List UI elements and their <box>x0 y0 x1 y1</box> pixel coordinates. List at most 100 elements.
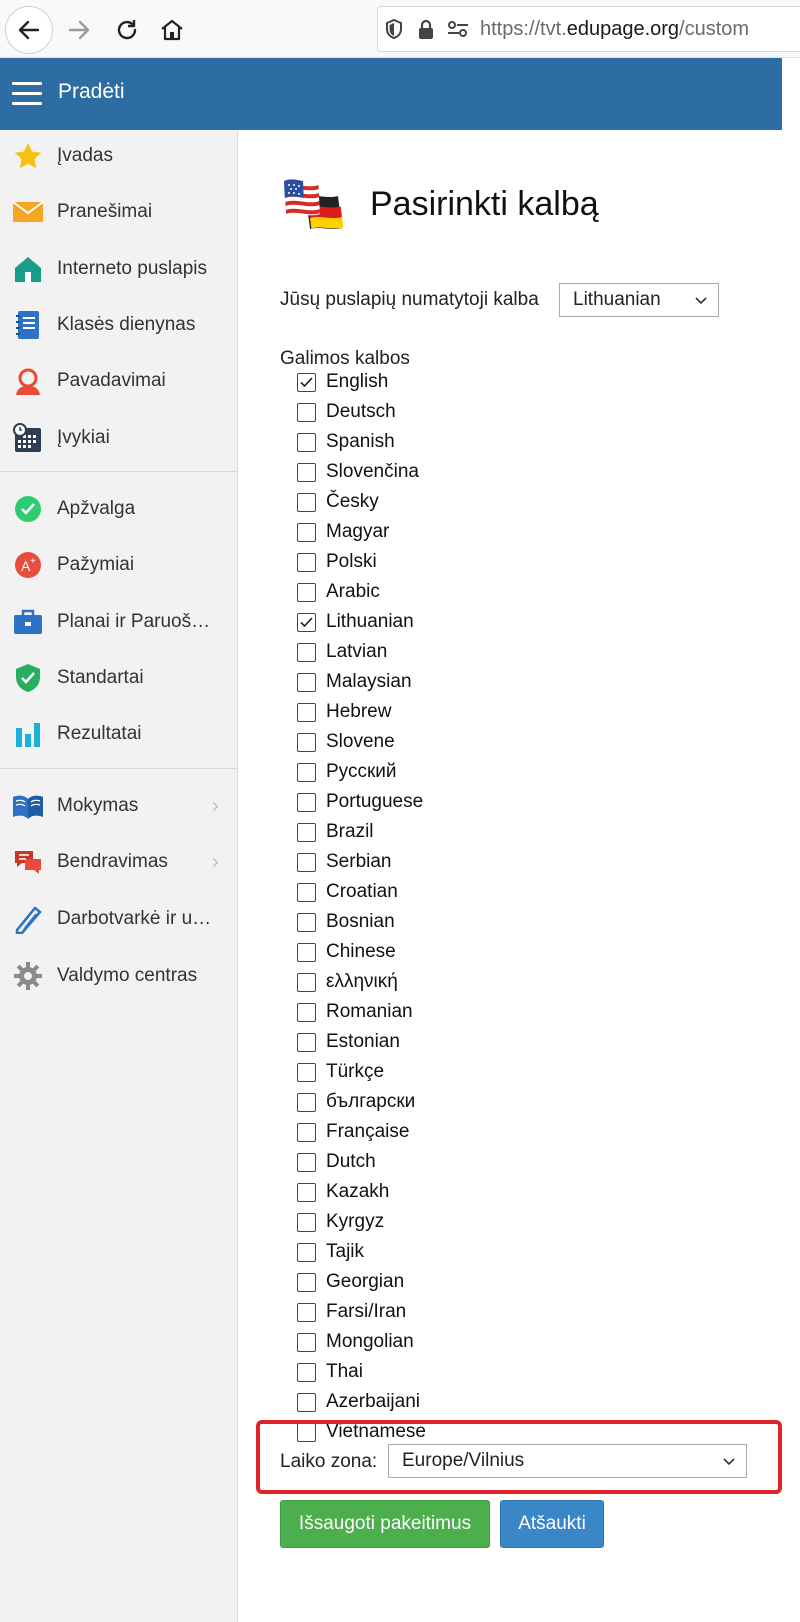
language-checkbox[interactable] <box>297 882 316 902</box>
language-option[interactable]: Portuguese <box>297 787 598 817</box>
language-checkbox[interactable] <box>297 402 316 422</box>
language-option[interactable]: Türkçe <box>297 1057 598 1087</box>
language-option[interactable]: Estonian <box>297 1027 598 1057</box>
sidebar-item-pazymiai[interactable]: A + Pažymiai <box>0 536 237 594</box>
language-checkbox[interactable] <box>297 372 316 392</box>
language-checkbox[interactable] <box>297 1182 316 1202</box>
language-checkbox[interactable] <box>297 1212 316 1232</box>
language-checkbox[interactable] <box>297 822 316 842</box>
language-checkbox[interactable] <box>297 1362 316 1382</box>
language-checkbox[interactable] <box>297 942 316 962</box>
language-option[interactable]: български <box>297 1087 598 1117</box>
language-checkbox[interactable] <box>297 582 316 602</box>
language-checkbox[interactable] <box>297 972 316 992</box>
language-option[interactable]: English <box>297 367 598 397</box>
language-option[interactable]: Farsi/Iran <box>297 1297 598 1327</box>
timezone-select[interactable]: Europe/Vilnius <box>388 1444 747 1478</box>
language-checkbox[interactable] <box>297 492 316 512</box>
language-checkbox[interactable] <box>297 912 316 932</box>
language-option[interactable]: Arabic <box>297 577 598 607</box>
default-language-select[interactable]: Lithuanian <box>559 283 719 317</box>
language-checkbox[interactable] <box>297 432 316 452</box>
language-option[interactable]: Dutch <box>297 1147 598 1177</box>
language-option[interactable]: Latvian <box>297 637 598 667</box>
url-bar[interactable]: https://tvt.edupage.org/custom <box>377 6 800 52</box>
language-checkbox[interactable] <box>297 1122 316 1142</box>
language-option[interactable]: Azerbaijani <box>297 1387 598 1417</box>
language-checkbox[interactable] <box>297 762 316 782</box>
language-checkbox[interactable] <box>297 1302 316 1322</box>
language-checkbox[interactable] <box>297 1032 316 1052</box>
permissions-icon[interactable] <box>442 6 474 52</box>
language-checkbox[interactable] <box>297 1002 316 1022</box>
language-option[interactable]: Malaysian <box>297 667 598 697</box>
language-option[interactable]: Česky <box>297 487 598 517</box>
language-option[interactable]: Polski <box>297 547 598 577</box>
cancel-button[interactable]: Atšaukti <box>500 1500 604 1548</box>
language-option[interactable]: Spanish <box>297 427 598 457</box>
language-checkbox[interactable] <box>297 702 316 722</box>
language-checkbox[interactable] <box>297 792 316 812</box>
language-option[interactable]: Thai <box>297 1357 598 1387</box>
language-option[interactable]: Русский <box>297 757 598 787</box>
language-checkbox[interactable] <box>297 522 316 542</box>
language-checkbox[interactable] <box>297 1392 316 1412</box>
language-option[interactable]: Kazakh <box>297 1177 598 1207</box>
reload-button[interactable] <box>103 6 151 54</box>
lock-icon[interactable] <box>410 6 442 52</box>
language-checkbox[interactable] <box>297 1242 316 1262</box>
save-changes-button[interactable]: Išsaugoti pakeitimus <box>280 1500 490 1548</box>
back-button[interactable] <box>5 6 53 54</box>
language-option[interactable]: Deutsch <box>297 397 598 427</box>
sidebar-item-apzvalga[interactable]: Apžvalga <box>0 480 237 538</box>
sidebar-item-valdymo-centras[interactable]: Valdymo centras <box>0 947 237 1005</box>
language-checkbox[interactable] <box>297 732 316 752</box>
language-checkbox[interactable] <box>297 852 316 872</box>
language-option[interactable]: Slovenčina <box>297 457 598 487</box>
language-checkbox[interactable] <box>297 1332 316 1352</box>
language-option[interactable]: Bosnian <box>297 907 598 937</box>
language-option[interactable]: Serbian <box>297 847 598 877</box>
language-checkbox[interactable] <box>297 612 316 632</box>
language-option[interactable]: Kyrgyz <box>297 1207 598 1237</box>
language-checkbox[interactable] <box>297 1092 316 1112</box>
language-option[interactable]: Magyar <box>297 517 598 547</box>
sidebar-item-ivadas[interactable]: Įvadas <box>0 127 237 185</box>
sidebar-item-ivykiai[interactable]: Įvykiai <box>0 409 237 467</box>
language-checkbox[interactable] <box>297 462 316 482</box>
sidebar-item-darbotvarke[interactable]: Darbotvarkė ir užduotys <box>0 890 237 948</box>
language-option[interactable]: Hebrew <box>297 697 598 727</box>
language-checkbox[interactable] <box>297 1152 316 1172</box>
sidebar-item-standartai[interactable]: Standartai <box>0 649 237 707</box>
sidebar-item-klases-dienynas[interactable]: Klasės dienynas <box>0 296 237 354</box>
sidebar-item-rezultatai[interactable]: Rezultatai <box>0 705 237 763</box>
language-option[interactable]: Brazil <box>297 817 598 847</box>
language-option[interactable]: Française <box>297 1117 598 1147</box>
sidebar-item-pranesimai[interactable]: Pranešimai <box>0 183 237 241</box>
forward-button[interactable] <box>55 6 103 54</box>
language-checkbox[interactable] <box>297 1062 316 1082</box>
header-title[interactable]: Pradėti <box>58 80 125 104</box>
sidebar-item-interneto-puslapis[interactable]: Interneto puslapis <box>0 240 237 298</box>
sidebar-item-planai[interactable]: Planai ir Paruošimai <box>0 593 237 651</box>
hamburger-menu-icon[interactable] <box>12 82 42 106</box>
sidebar-item-pavadavimai[interactable]: Pavadavimai <box>0 352 237 410</box>
language-checkbox[interactable] <box>297 1272 316 1292</box>
shield-icon[interactable] <box>378 6 410 52</box>
language-option[interactable]: Georgian <box>297 1267 598 1297</box>
sidebar-item-bendravimas[interactable]: Bendravimas › <box>0 833 237 891</box>
language-checkbox[interactable] <box>297 672 316 692</box>
language-option[interactable]: Lithuanian <box>297 607 598 637</box>
language-option[interactable]: Tajik <box>297 1237 598 1267</box>
language-option[interactable]: Slovene <box>297 727 598 757</box>
language-option[interactable]: ελληνική <box>297 967 598 997</box>
language-checkbox[interactable] <box>297 642 316 662</box>
language-option[interactable]: Chinese <box>297 937 598 967</box>
language-option[interactable]: Croatian <box>297 877 598 907</box>
language-option[interactable]: Mongolian <box>297 1327 598 1357</box>
url-text[interactable]: https://tvt.edupage.org/custom <box>480 18 749 41</box>
home-button[interactable] <box>148 6 196 54</box>
sidebar-item-mokymas[interactable]: Mokymas › <box>0 777 237 835</box>
language-checkbox[interactable] <box>297 552 316 572</box>
language-option[interactable]: Romanian <box>297 997 598 1027</box>
